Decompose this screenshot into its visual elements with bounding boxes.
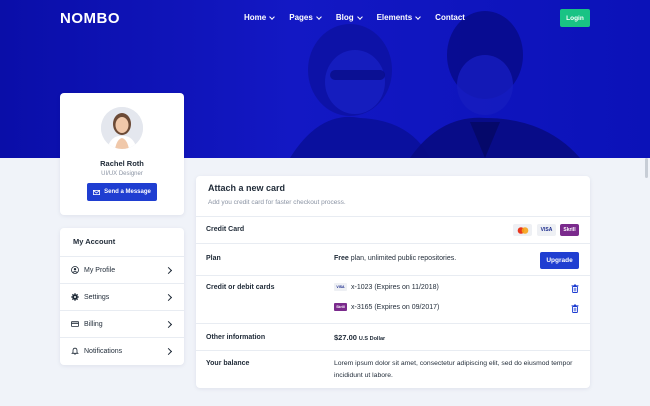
other-info-value: $27.00 U.S Dollar bbox=[334, 333, 385, 342]
menu-item-label: Notifications bbox=[84, 347, 123, 355]
menu-item-label: Billing bbox=[84, 320, 103, 328]
chevron-right-icon bbox=[164, 347, 173, 356]
chevron-right-icon bbox=[164, 320, 173, 329]
brand-logo[interactable]: NOMBO bbox=[60, 10, 120, 27]
bell-icon bbox=[71, 347, 79, 355]
profile-card: Rachel Roth UI/UX Designer Send a Messag… bbox=[60, 93, 184, 215]
chevron-down-icon bbox=[269, 13, 276, 20]
menu-item-settings[interactable]: Settings bbox=[60, 283, 184, 310]
mastercard-icon[interactable] bbox=[513, 224, 532, 236]
credit-card-row: Credit Card VISA Skrill bbox=[196, 216, 590, 243]
saved-card-item: Skrill x-3165 (Expires on 09/2017) bbox=[334, 303, 439, 311]
card-title: Attach a new card bbox=[208, 183, 286, 193]
plan-name: Free bbox=[334, 255, 349, 262]
chevron-right-icon bbox=[164, 293, 173, 302]
menu-item-label: My Profile bbox=[84, 266, 116, 274]
amount: $27.00 bbox=[334, 333, 357, 342]
trash-icon[interactable] bbox=[571, 304, 579, 313]
saved-cards-label: Credit or debit cards bbox=[206, 284, 275, 291]
plan-label: Plan bbox=[206, 255, 221, 262]
chevron-down-icon bbox=[315, 13, 322, 20]
card-subtitle: Add you credit card for faster checkout … bbox=[208, 199, 346, 206]
nav-blog[interactable]: Blog bbox=[335, 13, 363, 22]
menu-item-label: Settings bbox=[84, 293, 110, 301]
nav-contact-label: Contact bbox=[435, 13, 465, 22]
nav-pages-label: Pages bbox=[289, 13, 313, 22]
saved-cards-row: Credit or debit cards VISA x-1023 (Expire… bbox=[196, 275, 590, 323]
nav-home[interactable]: Home bbox=[244, 13, 276, 22]
visa-icon[interactable]: VISA bbox=[537, 224, 556, 236]
profile-name: Rachel Roth bbox=[100, 159, 144, 168]
chevron-right-icon bbox=[164, 266, 173, 275]
saved-card-text: x-3165 (Expires on 09/2017) bbox=[351, 303, 440, 311]
chevron-down-icon bbox=[415, 13, 422, 20]
account-menu: My Account My Profile Settings Billing N… bbox=[60, 228, 184, 365]
credit-card-label: Credit Card bbox=[206, 226, 245, 233]
page-scrollbar[interactable] bbox=[645, 158, 648, 178]
nav-elements-label: Elements bbox=[376, 13, 413, 22]
visa-icon: VISA bbox=[334, 283, 347, 291]
other-info-row: Other information $27.00 U.S Dollar bbox=[196, 323, 590, 350]
envelope-icon bbox=[93, 189, 101, 195]
login-button[interactable]: Login bbox=[560, 9, 590, 27]
menu-item-billing[interactable]: Billing bbox=[60, 310, 184, 337]
nav-pages[interactable]: Pages bbox=[289, 13, 322, 22]
menu-item-my-profile[interactable]: My Profile bbox=[60, 256, 184, 283]
send-message-button[interactable]: Send a Message bbox=[87, 183, 157, 201]
skrill-icon: Skrill bbox=[334, 303, 347, 311]
plan-description: Free plan, unlimited public repositories… bbox=[334, 255, 456, 262]
gear-icon bbox=[71, 293, 79, 301]
nav-contact[interactable]: Contact bbox=[435, 13, 465, 22]
main-nav: Home Pages Blog Elements Contact bbox=[244, 13, 480, 22]
credit-card-icon bbox=[71, 321, 79, 327]
saved-card-item: VISA x-1023 (Expires on 11/2018) bbox=[334, 283, 439, 291]
nav-blog-label: Blog bbox=[335, 13, 354, 22]
plan-detail: plan, unlimited public repositories. bbox=[348, 255, 457, 262]
balance-text: Lorem ipsum dolor sit amet, consectetur … bbox=[334, 360, 573, 379]
other-info-label: Other information bbox=[206, 334, 266, 341]
payment-card: Attach a new card Add you credit card fo… bbox=[196, 176, 590, 388]
plan-row: Plan Free plan, unlimited public reposit… bbox=[196, 243, 590, 275]
balance-label: Your balance bbox=[206, 360, 250, 367]
avatar bbox=[101, 107, 143, 149]
account-title: My Account bbox=[73, 237, 116, 246]
saved-card-text: x-1023 (Expires on 11/2018) bbox=[351, 283, 439, 291]
top-navbar: NOMBO Home Pages Blog Elements Contact L… bbox=[0, 0, 640, 36]
upgrade-button[interactable]: Upgrade bbox=[540, 252, 579, 269]
profile-role: UI/UX Designer bbox=[101, 171, 143, 177]
chevron-down-icon bbox=[356, 13, 363, 20]
user-icon bbox=[71, 266, 79, 274]
menu-item-notifications[interactable]: Notifications bbox=[60, 337, 184, 364]
nav-home-label: Home bbox=[244, 13, 267, 22]
skrill-icon[interactable]: Skrill bbox=[560, 224, 579, 236]
nav-elements[interactable]: Elements bbox=[376, 13, 422, 22]
balance-row: Your balance Lorem ipsum dolor sit amet,… bbox=[196, 350, 590, 388]
trash-icon[interactable] bbox=[571, 284, 579, 293]
currency: U.S Dollar bbox=[358, 336, 386, 342]
send-message-label: Send a Message bbox=[104, 189, 151, 195]
